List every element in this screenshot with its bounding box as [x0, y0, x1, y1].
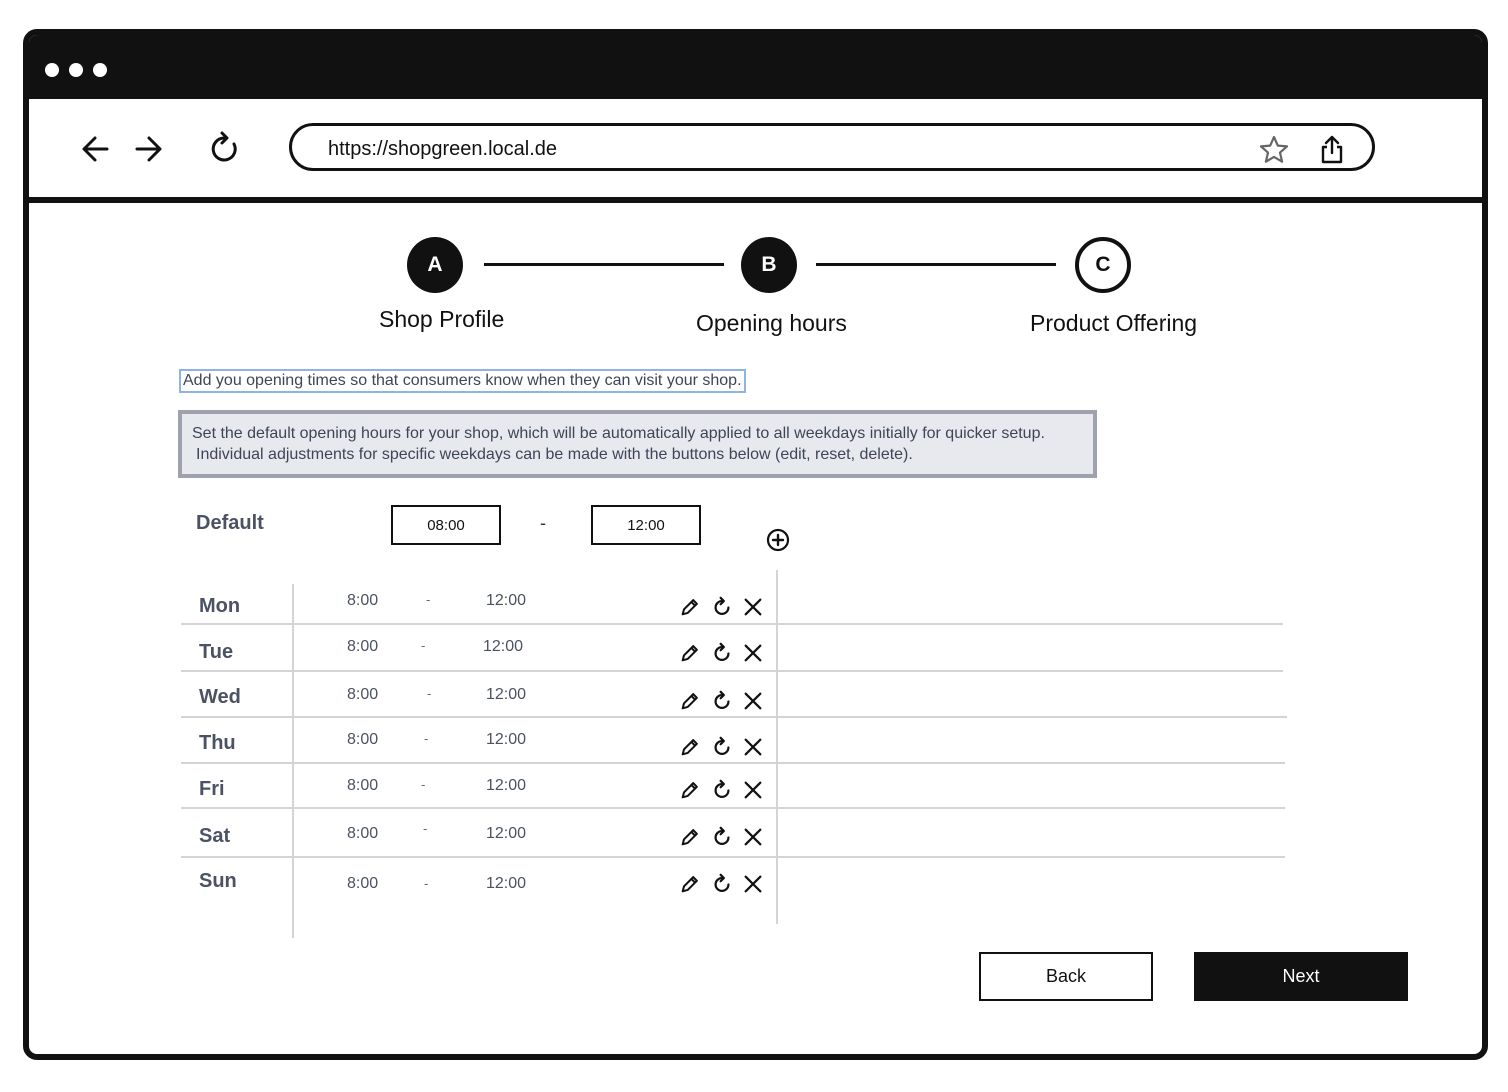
browser-toolbar [29, 99, 1482, 203]
default-label: Default [196, 512, 264, 534]
row-divider [181, 670, 1283, 672]
info-box: Set the default opening hours for your s… [178, 410, 1097, 478]
step-b-letter: B [761, 253, 777, 276]
time-to: 12:00 [486, 825, 527, 842]
default-from-input[interactable] [391, 505, 501, 545]
reset-icon[interactable] [711, 873, 733, 895]
time-separator: - [421, 777, 426, 792]
close-icon[interactable] [742, 779, 764, 801]
plus-circle-icon[interactable] [766, 528, 790, 552]
row-divider [181, 856, 1285, 858]
time-from: 8:00 [347, 825, 379, 842]
reset-icon[interactable] [711, 779, 733, 801]
step-c-letter: C [1095, 253, 1111, 276]
url-input[interactable] [328, 138, 1128, 161]
reset-icon[interactable] [711, 690, 733, 712]
step-c-circle[interactable]: C [1075, 237, 1131, 293]
table-row: Sat 8:00 - 12:00 [0, 821, 1508, 855]
day-label: Mon [199, 595, 241, 617]
star-icon[interactable] [1258, 134, 1290, 166]
time-separator: - [426, 592, 431, 607]
time-separator: - [421, 638, 426, 653]
time-separator: - [424, 731, 429, 746]
close-icon[interactable] [742, 826, 764, 848]
step-b-label: Opening hours [696, 310, 847, 336]
table-row: Sun 8:00 - 12:00 [0, 870, 1508, 900]
time-from: 8:00 [347, 875, 379, 892]
time-from: 8:00 [347, 686, 379, 703]
time-from: 8:00 [347, 638, 379, 655]
step-b-circle[interactable]: B [741, 237, 797, 293]
pencil-icon[interactable] [679, 736, 701, 758]
reset-icon[interactable] [711, 596, 733, 618]
time-separator: - [427, 686, 432, 701]
next-button[interactable]: Next [1194, 952, 1408, 1001]
row-divider [181, 716, 1287, 718]
step-a-label: Shop Profile [379, 306, 505, 332]
step-a-letter: A [427, 253, 443, 276]
share-icon[interactable] [1316, 134, 1348, 166]
time-from: 8:00 [347, 777, 379, 794]
reset-icon[interactable] [711, 736, 733, 758]
default-to-input[interactable] [591, 505, 701, 545]
close-icon[interactable] [742, 736, 764, 758]
reset-icon[interactable] [711, 642, 733, 664]
reload-icon[interactable] [205, 129, 245, 169]
address-bar[interactable] [289, 123, 1375, 171]
step-connector [816, 263, 1056, 266]
time-separator: - [423, 821, 428, 836]
back-button[interactable]: Back [979, 952, 1153, 1001]
close-icon[interactable] [742, 596, 764, 618]
row-divider [181, 807, 1285, 809]
close-icon[interactable] [742, 690, 764, 712]
pencil-icon[interactable] [679, 690, 701, 712]
time-separator: - [424, 876, 429, 891]
time-to: 12:00 [486, 731, 527, 748]
browser-titlebar [29, 35, 1482, 99]
browser-window [23, 29, 1488, 1060]
intro-text: Add you opening times so that consumers … [179, 369, 746, 393]
table-row: Wed 8:00 - 12:00 [0, 686, 1508, 716]
pencil-icon[interactable] [679, 826, 701, 848]
close-icon[interactable] [742, 873, 764, 895]
forward-arrow-icon[interactable] [129, 129, 169, 169]
pencil-icon[interactable] [679, 779, 701, 801]
step-c-label: Product Offering [1030, 310, 1198, 336]
window-dot [69, 63, 83, 77]
window-dot [93, 63, 107, 77]
row-divider [181, 623, 1283, 625]
time-to: 12:00 [486, 592, 527, 609]
time-from: 8:00 [347, 592, 379, 609]
table-row: Fri 8:00 - 12:00 [0, 777, 1508, 807]
pencil-icon[interactable] [679, 873, 701, 895]
day-label: Tue [199, 641, 234, 663]
time-to: 12:00 [486, 875, 527, 892]
day-label: Wed [199, 686, 241, 708]
row-divider [181, 762, 1285, 764]
time-to: 12:00 [486, 686, 527, 703]
time-from: 8:00 [347, 731, 379, 748]
pencil-icon[interactable] [679, 596, 701, 618]
time-to: 12:00 [483, 638, 524, 655]
day-label: Sat [199, 825, 231, 847]
pencil-icon[interactable] [679, 642, 701, 664]
day-label: Fri [199, 778, 225, 800]
info-line-2: Individual adjustments for specific week… [196, 446, 913, 463]
info-line-1: Set the default opening hours for your s… [192, 425, 1045, 442]
table-row: Mon 8:00 - 12:00 [0, 592, 1508, 622]
table-row: Tue 8:00 - 12:00 [0, 638, 1508, 668]
close-icon[interactable] [742, 642, 764, 664]
table-row: Thu 8:00 - 12:00 [0, 731, 1508, 761]
step-connector [484, 263, 724, 266]
time-to: 12:00 [486, 777, 527, 794]
day-label: Sun [199, 870, 237, 892]
reset-icon[interactable] [711, 826, 733, 848]
default-separator: - [540, 513, 546, 533]
step-a-circle[interactable]: A [407, 237, 463, 293]
day-label: Thu [199, 732, 236, 754]
window-dot [45, 63, 59, 77]
back-arrow-icon[interactable] [77, 129, 117, 169]
